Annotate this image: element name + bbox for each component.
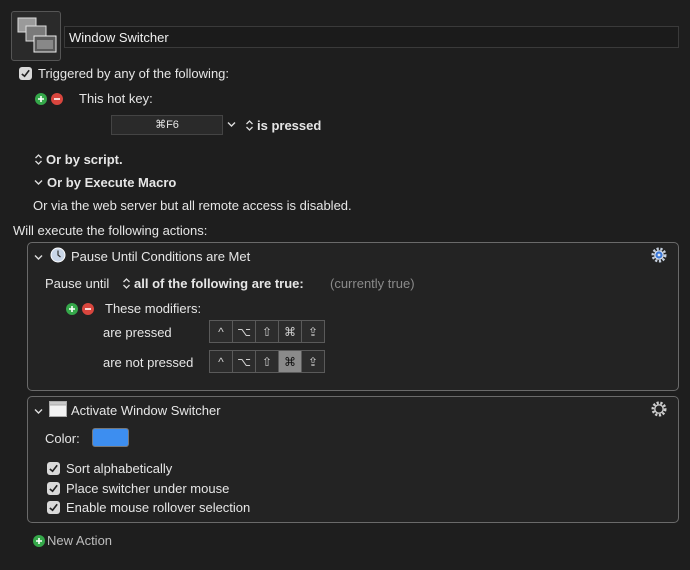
- hotkey-state-popup[interactable]: is pressed: [245, 118, 321, 133]
- are-not-pressed-label: are not pressed: [103, 355, 194, 370]
- place-label: Place switcher under mouse: [66, 481, 230, 496]
- condition-status: (currently true): [330, 276, 415, 291]
- updown-arrows-icon: [35, 154, 42, 165]
- command-key-toggle[interactable]: ⌘: [279, 351, 302, 372]
- chevron-down-icon[interactable]: [227, 121, 236, 128]
- gear-icon[interactable]: [650, 400, 668, 418]
- or-by-execute-label: Or by Execute Macro: [47, 175, 177, 190]
- macro-name-field[interactable]: Window Switcher: [64, 26, 679, 48]
- color-well[interactable]: [92, 428, 129, 447]
- condition-popup[interactable]: all of the following are true:: [122, 276, 304, 291]
- not-pressed-modifier-keys: ^ ⌥ ⇧ ⌘ ⇪: [209, 350, 325, 373]
- chevron-down-icon: [34, 180, 43, 185]
- action2-title: Activate Window Switcher: [71, 403, 221, 418]
- rollover-checkbox[interactable]: [47, 501, 60, 514]
- checkmark-icon: [49, 503, 58, 512]
- checkmark-icon: [21, 69, 30, 78]
- checkmark-icon: [49, 484, 58, 493]
- window-icon: [49, 401, 67, 417]
- control-key-toggle[interactable]: ^: [210, 321, 233, 342]
- command-key-toggle[interactable]: ⌘: [279, 321, 302, 342]
- trigger-header-label: Triggered by any of the following:: [38, 66, 230, 81]
- windows-stack-icon: [17, 17, 57, 53]
- updown-arrows-icon: [123, 278, 130, 289]
- option-sort-alphabetically[interactable]: Sort alphabetically: [47, 461, 172, 476]
- minus-icon: [85, 307, 91, 310]
- are-pressed-label: are pressed: [103, 325, 172, 340]
- option-mouse-rollover[interactable]: Enable mouse rollover selection: [47, 500, 250, 515]
- remove-trigger-button[interactable]: [51, 92, 63, 105]
- add-trigger-button[interactable]: [35, 92, 47, 105]
- shift-key-toggle[interactable]: ⇧: [256, 321, 279, 342]
- or-by-execute-toggle[interactable]: Or by Execute Macro: [34, 175, 176, 190]
- pressed-modifier-keys: ^ ⌥ ⇧ ⌘ ⇪: [209, 320, 325, 343]
- updown-arrows-icon: [246, 120, 253, 131]
- modifiers-label: These modifiers:: [105, 301, 202, 316]
- place-checkbox[interactable]: [47, 482, 60, 495]
- option-key-toggle[interactable]: ⌥: [233, 351, 256, 372]
- remove-condition-button[interactable]: [82, 302, 94, 315]
- plus-icon: [38, 95, 44, 102]
- chevron-down-icon[interactable]: [34, 254, 43, 261]
- add-condition-button[interactable]: [66, 302, 78, 315]
- activate-window-switcher-action: Activate Window Switcher Color: Sort alp…: [27, 396, 679, 523]
- control-key-toggle[interactable]: ^: [210, 351, 233, 372]
- condition-label: all of the following are true:: [134, 276, 304, 291]
- checkmark-icon: [49, 464, 58, 473]
- triggered-checkbox[interactable]: [19, 67, 32, 80]
- new-action-label: New Action: [47, 533, 113, 548]
- hotkey-field[interactable]: ⌘F6: [111, 115, 223, 135]
- chevron-down-icon[interactable]: [34, 408, 43, 415]
- or-by-script-popup[interactable]: Or by script.: [34, 152, 123, 167]
- plus-icon: [33, 534, 45, 547]
- gear-icon[interactable]: [650, 246, 668, 264]
- sort-label: Sort alphabetically: [66, 461, 173, 476]
- pause-until-label: Pause until: [45, 276, 110, 291]
- option-key-toggle[interactable]: ⌥: [233, 321, 256, 342]
- hotkey-state-label: is pressed: [257, 118, 322, 133]
- new-action-button[interactable]: New Action: [33, 533, 112, 548]
- capslock-key-toggle[interactable]: ⇪: [302, 321, 324, 342]
- action1-title: Pause Until Conditions are Met: [71, 249, 251, 264]
- clock-icon: [50, 247, 66, 263]
- or-by-script-label: Or by script.: [46, 152, 123, 167]
- minus-icon: [54, 97, 60, 100]
- plus-icon: [69, 305, 75, 312]
- pause-until-action: Pause Until Conditions are Met Pause unt…: [27, 242, 679, 391]
- color-label: Color:: [45, 431, 80, 446]
- macro-icon[interactable]: [11, 11, 61, 61]
- option-place-under-mouse[interactable]: Place switcher under mouse: [47, 481, 229, 496]
- hotkey-value: ⌘F6: [155, 119, 179, 131]
- rollover-label: Enable mouse rollover selection: [66, 500, 251, 515]
- capslock-key-toggle[interactable]: ⇪: [302, 351, 324, 372]
- sort-checkbox[interactable]: [47, 462, 60, 475]
- web-server-text: Or via the web server but all remote acc…: [33, 198, 352, 213]
- hotkey-label: This hot key:: [79, 91, 153, 106]
- macro-name-text: Window Switcher: [69, 30, 169, 45]
- will-execute-text: Will execute the following actions:: [13, 223, 208, 238]
- shift-key-toggle[interactable]: ⇧: [256, 351, 279, 372]
